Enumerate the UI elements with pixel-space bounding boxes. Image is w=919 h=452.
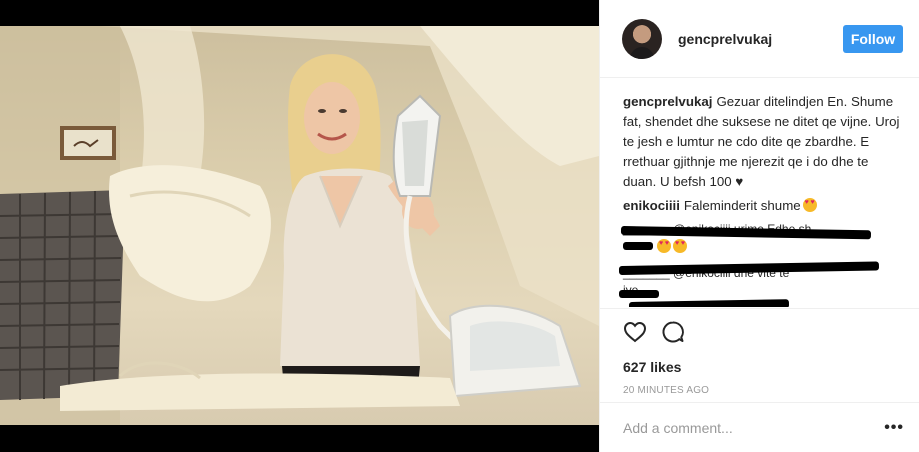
avatar[interactable] bbox=[622, 18, 662, 59]
like-heart-icon[interactable] bbox=[623, 321, 647, 343]
caption: gencprelvukaj Gezuar ditelindjen En. Shum… bbox=[623, 92, 903, 192]
post-header: gencprelvukaj Follow bbox=[600, 0, 919, 78]
redacted-comments: _______ @enikociiii urime Edhe sh bbox=[620, 222, 903, 260]
header-username[interactable]: gencprelvukaj bbox=[678, 31, 843, 47]
redacted-comments: _______ @enikociiii dhe vite te jye bbox=[618, 261, 903, 307]
redaction-bar bbox=[619, 290, 659, 298]
post-media bbox=[0, 0, 599, 452]
post-timestamp[interactable]: 20 MINUTES AGO bbox=[623, 385, 919, 396]
emoji-icon bbox=[657, 239, 671, 253]
comment-icon[interactable] bbox=[661, 320, 685, 344]
comment-text: Faleminderit shume bbox=[683, 198, 801, 213]
redaction-bar bbox=[620, 226, 872, 240]
list-item: enikociiii Faleminderit shume bbox=[623, 196, 903, 216]
redaction-bar bbox=[628, 299, 790, 307]
heart-icon: ♥ bbox=[735, 174, 744, 189]
caption-username[interactable]: gencprelvukaj bbox=[623, 94, 712, 109]
add-comment-bar: ••• bbox=[600, 402, 919, 452]
comment-list: gencprelvukaj Gezuar ditelindjen En. Shum… bbox=[600, 78, 919, 307]
action-icons bbox=[623, 319, 919, 345]
comment-username[interactable]: enikociiii bbox=[623, 198, 680, 213]
comment-input[interactable] bbox=[623, 419, 885, 436]
follow-button[interactable]: Follow bbox=[843, 24, 903, 53]
likes-count[interactable]: 627 likes bbox=[623, 359, 919, 375]
emoji-icon bbox=[673, 239, 687, 253]
post-side-panel: gencprelvukaj Follow gencprelvukaj Gezuar… bbox=[599, 0, 919, 452]
more-options-icon[interactable]: ••• bbox=[884, 419, 904, 437]
post-actions: 627 likes 20 MINUTES AGO bbox=[600, 308, 919, 408]
redaction-bar bbox=[623, 242, 653, 250]
photo-illustration bbox=[0, 26, 599, 425]
heart-eyes-emoji-icon bbox=[802, 198, 817, 212]
post-photo[interactable] bbox=[0, 26, 599, 425]
